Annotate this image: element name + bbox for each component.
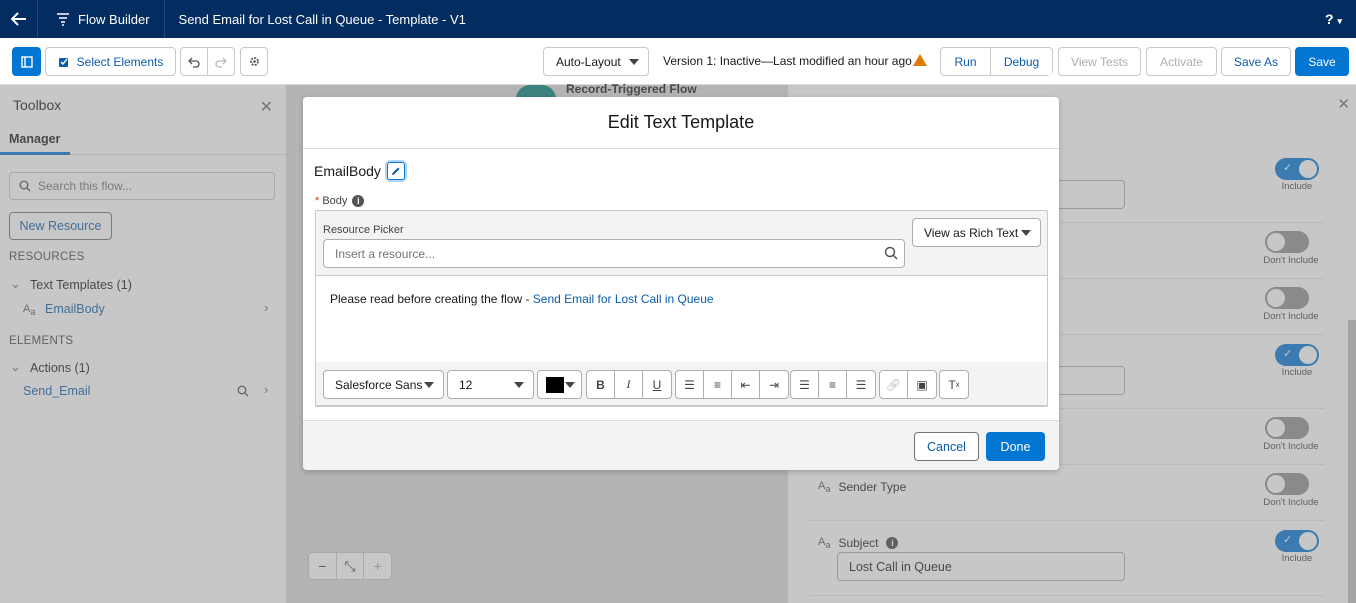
image-icon[interactable]: ▣: [908, 371, 936, 398]
warning-icon[interactable]: [913, 54, 927, 66]
run-button[interactable]: Run: [940, 47, 991, 76]
formatting-toolbar: Salesforce Sans 12 B I U ☰ ≡ ⇤ ⇥ ☰ ≡ ☰ 🔗…: [316, 362, 1047, 406]
body-label: * Body i: [315, 195, 365, 207]
chevron-down-icon: [514, 382, 524, 388]
done-button[interactable]: Done: [986, 432, 1045, 461]
flow-title: Send Email for Lost Call in Queue - Temp…: [178, 11, 466, 27]
align-group: ☰ ≡ ☰: [790, 370, 876, 399]
undo-icon: [188, 57, 200, 68]
edit-text-template-modal: Edit Text Template EmailBody * Body i Re…: [303, 97, 1059, 470]
select-icon: [58, 57, 68, 67]
panel-icon: [20, 55, 33, 68]
align-right-icon[interactable]: ☰: [847, 371, 875, 398]
chevron-down-icon: [565, 382, 575, 388]
font-family-select[interactable]: Salesforce Sans: [323, 370, 444, 399]
modal-footer: Cancel Done: [303, 420, 1059, 470]
edit-name-button[interactable]: [386, 162, 405, 180]
arrow-left-icon: [10, 12, 26, 26]
builder-toolbar: Select Elements Auto-Layout Version 1: I…: [0, 38, 1356, 85]
modal-close-icon[interactable]: ✕: [1042, 64, 1060, 90]
help-menu-button[interactable]: ? ▾: [1325, 11, 1342, 27]
undo-button[interactable]: [180, 47, 208, 76]
list-group: ☰ ≡ ⇤ ⇥: [675, 370, 789, 399]
content-text: Please read before creating the flow -: [330, 292, 533, 306]
flow-settings-button[interactable]: [240, 47, 268, 76]
search-icon: [884, 246, 898, 260]
bold-icon[interactable]: B: [587, 371, 615, 398]
align-left-icon[interactable]: ☰: [791, 371, 819, 398]
link-icon[interactable]: 🔗︎: [880, 371, 908, 398]
italic-icon[interactable]: I: [615, 371, 643, 398]
resource-picker-input[interactable]: Insert a resource...: [323, 239, 905, 268]
align-center-icon[interactable]: ≡: [819, 371, 847, 398]
editor-content[interactable]: Please read before creating the flow - S…: [316, 275, 1047, 362]
api-name: EmailBody: [314, 163, 381, 179]
cancel-button[interactable]: Cancel: [914, 432, 979, 461]
view-as-select[interactable]: View as Rich Text: [912, 218, 1041, 247]
save-as-button[interactable]: Save As: [1221, 47, 1291, 76]
flow-icon: [57, 13, 69, 26]
rich-text-editor: Resource Picker Insert a resource... Vie…: [315, 210, 1048, 407]
font-size-select[interactable]: 12: [447, 370, 534, 399]
app-name: Flow Builder: [38, 0, 165, 38]
redo-button[interactable]: [207, 47, 235, 76]
app-name-label: Flow Builder: [78, 11, 150, 27]
chevron-down-icon: [424, 382, 434, 388]
text-style-group: B I U: [586, 370, 672, 399]
indent-icon[interactable]: ⇥: [760, 371, 788, 398]
save-button[interactable]: Save: [1295, 47, 1349, 76]
view-tests-button[interactable]: View Tests: [1058, 47, 1141, 76]
version-info: Version 1: Inactive—Last modified an hou…: [663, 54, 912, 68]
back-button[interactable]: [0, 0, 38, 38]
content-link[interactable]: Send Email for Lost Call in Queue: [533, 292, 714, 306]
global-header: Flow Builder Send Email for Lost Call in…: [0, 0, 1356, 38]
chevron-down-icon: [1021, 230, 1031, 236]
underline-icon[interactable]: U: [643, 371, 671, 398]
api-name-row: EmailBody: [314, 162, 405, 180]
clear-format-group: Tx: [939, 370, 969, 399]
redo-icon: [215, 57, 227, 68]
auto-layout-select[interactable]: Auto-Layout: [543, 47, 649, 76]
color-swatch: [546, 376, 564, 393]
toggle-toolbox-button[interactable]: [12, 47, 41, 76]
select-elements-button[interactable]: Select Elements: [45, 47, 176, 76]
font-color-picker[interactable]: [537, 370, 582, 399]
activate-button[interactable]: Activate: [1146, 47, 1217, 76]
outdent-icon[interactable]: ⇤: [732, 371, 760, 398]
info-icon[interactable]: i: [352, 195, 365, 207]
pencil-icon: [392, 167, 400, 175]
chevron-down-icon: [629, 59, 639, 65]
resource-picker-label: Resource Picker: [323, 224, 404, 236]
numbered-list-icon[interactable]: ≡: [704, 371, 732, 398]
bullet-list-icon[interactable]: ☰: [676, 371, 704, 398]
clear-formatting-icon[interactable]: Tx: [940, 371, 968, 398]
insert-group: 🔗︎ ▣: [879, 370, 937, 399]
gear-icon: [249, 57, 259, 66]
modal-title: Edit Text Template: [303, 97, 1059, 149]
